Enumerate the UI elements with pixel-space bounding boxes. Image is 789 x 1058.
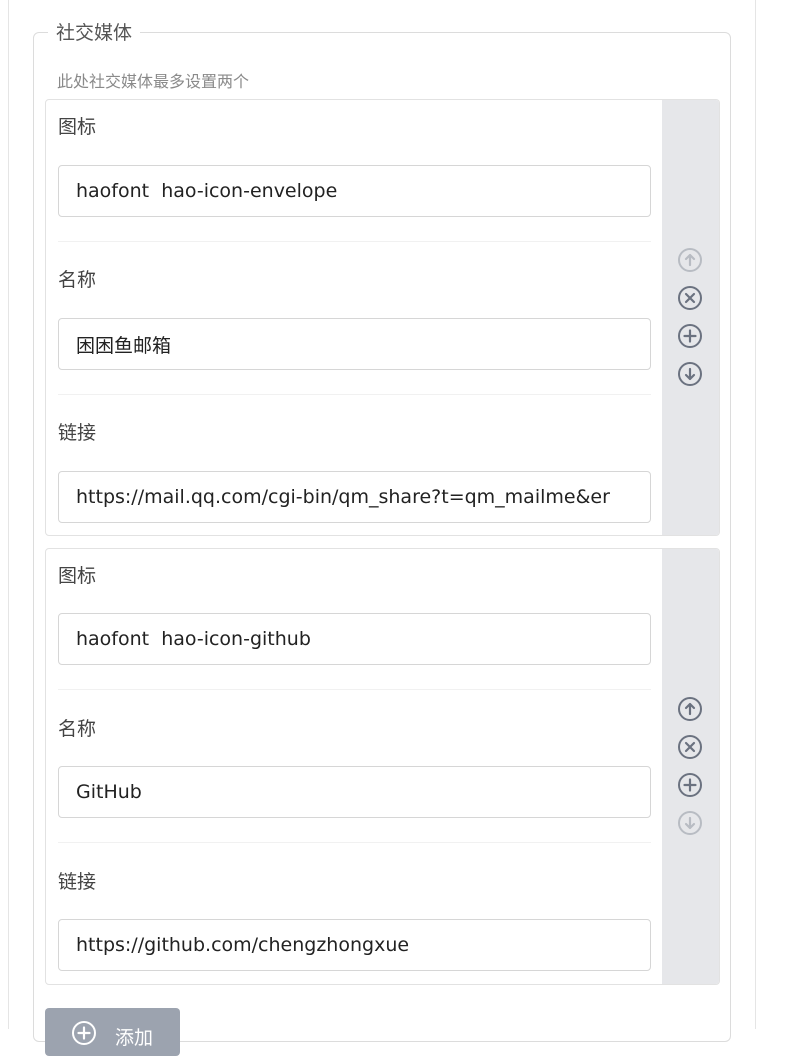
name-field-label: 名称 (58, 718, 97, 740)
page-frame-left (8, 0, 9, 1029)
fieldset-legend: 社交媒体 (48, 20, 141, 46)
name-field-input[interactable] (58, 766, 651, 818)
item-controls-bar (662, 549, 719, 984)
social-item-1: 图标 名称 链接 (45, 99, 720, 536)
item-controls-bar (662, 100, 719, 535)
plus-circle-icon (678, 773, 702, 797)
link-field-label: 链接 (58, 422, 97, 444)
icon-field-input[interactable] (58, 613, 651, 665)
remove-item-button[interactable] (677, 734, 703, 760)
link-field-label: 链接 (58, 871, 97, 893)
move-down-button[interactable] (677, 361, 703, 387)
move-up-button[interactable] (677, 696, 703, 722)
page-frame-right (755, 0, 756, 1029)
name-field-label: 名称 (58, 269, 97, 291)
field-divider (58, 842, 651, 843)
name-field-input[interactable] (58, 318, 651, 370)
fieldset-hint: 此处社交媒体最多设置两个 (57, 72, 250, 91)
icon-field-label: 图标 (58, 565, 97, 587)
field-divider (58, 241, 651, 242)
icon-field-input[interactable] (58, 165, 651, 217)
field-divider (58, 689, 651, 690)
arrow-down-circle-icon (678, 811, 702, 835)
link-field-input[interactable] (58, 471, 651, 523)
add-button-label: 添加 (115, 1027, 154, 1049)
plus-circle-icon (72, 1021, 96, 1045)
arrow-down-circle-icon (678, 362, 702, 386)
social-item-2: 图标 名称 链接 (45, 548, 720, 985)
insert-item-button[interactable] (677, 772, 703, 798)
link-field-input[interactable] (58, 919, 651, 971)
x-circle-icon (678, 735, 702, 759)
arrow-up-circle-icon (678, 697, 702, 721)
move-up-button[interactable] (677, 247, 703, 273)
icon-field-label: 图标 (58, 116, 97, 138)
remove-item-button[interactable] (677, 285, 703, 311)
insert-item-button[interactable] (677, 323, 703, 349)
field-divider (58, 394, 651, 395)
arrow-up-circle-icon (678, 248, 702, 272)
plus-circle-icon (678, 324, 702, 348)
move-down-button[interactable] (677, 810, 703, 836)
x-circle-icon (678, 286, 702, 310)
add-item-button[interactable]: 添加 (45, 1008, 180, 1056)
